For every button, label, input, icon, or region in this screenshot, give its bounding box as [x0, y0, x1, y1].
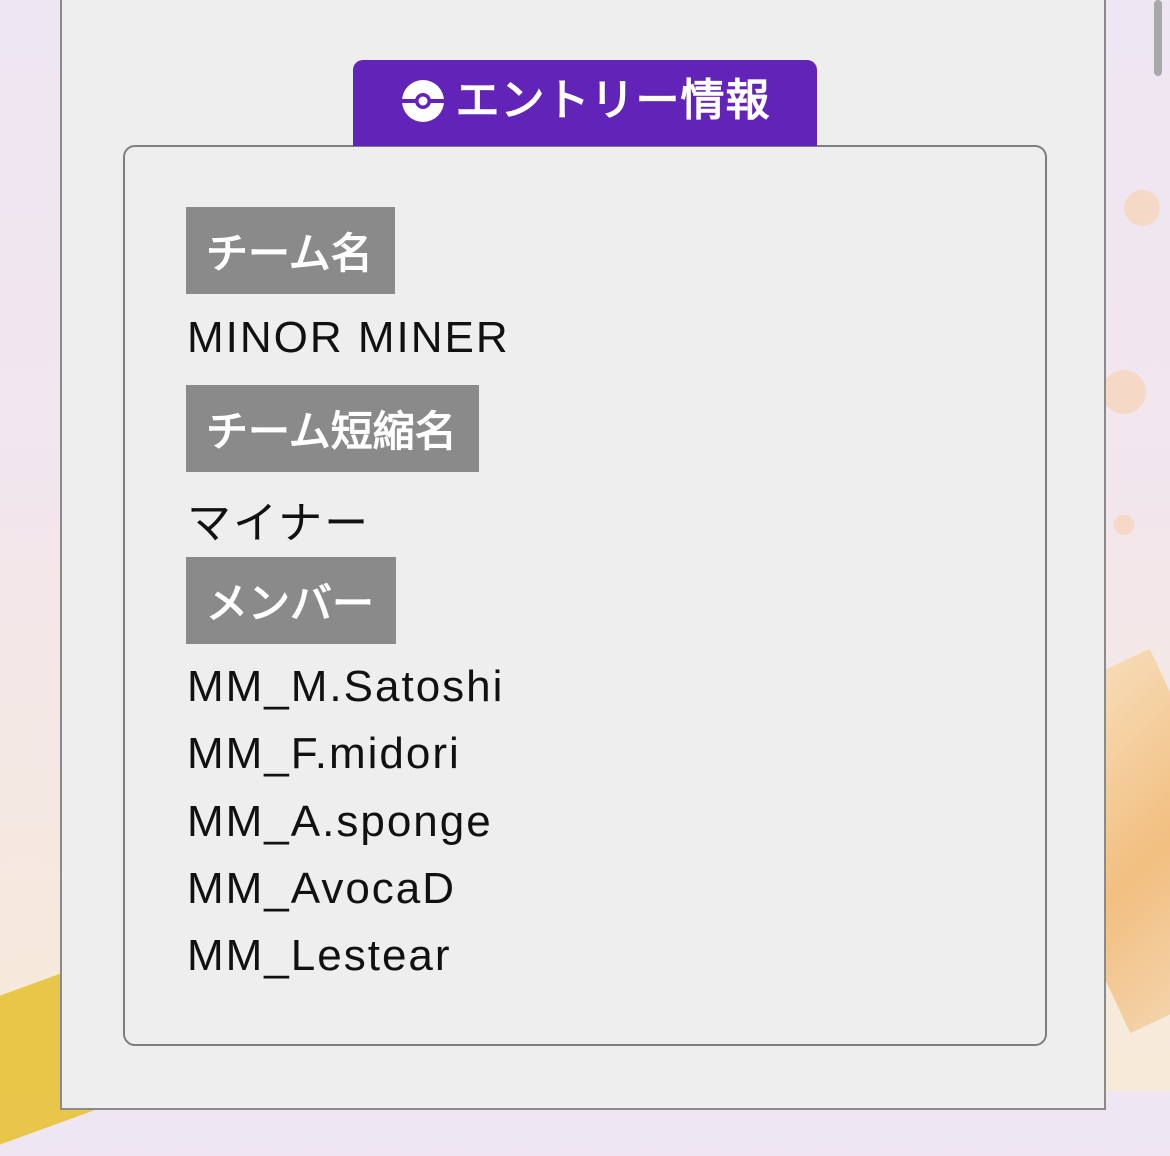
member-name: MM_F.midori [187, 729, 461, 778]
team-name-label: チーム名 [186, 207, 395, 294]
team-short-name-value: マイナー [187, 498, 371, 549]
entry-info-tab: エントリー情報 [353, 60, 817, 146]
members-label: メンバー [186, 557, 397, 644]
monster-ball-icon [400, 78, 446, 124]
member-name: MM_Lestear [187, 931, 452, 980]
background-bokeh [1102, 370, 1146, 414]
entry-info-title: エントリー情報 [455, 75, 771, 126]
team-short-name-label: チーム短縮名 [186, 385, 479, 472]
background-bokeh [1124, 190, 1160, 226]
member-name: MM_A.sponge [187, 797, 493, 846]
team-name-value: MINOR MINER [187, 313, 510, 362]
background-bokeh [1114, 515, 1134, 535]
member-name: MM_M.Satoshi [187, 662, 505, 711]
scrollbar-thumb[interactable] [1154, 0, 1162, 76]
member-name: MM_AvocaD [187, 864, 457, 913]
